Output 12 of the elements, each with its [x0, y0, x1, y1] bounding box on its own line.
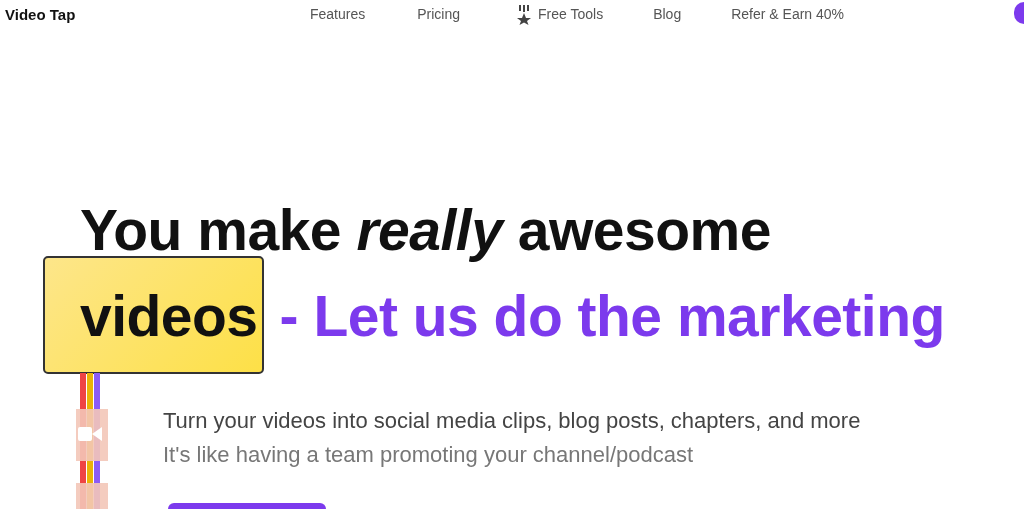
nav-link[interactable]: Pricing: [417, 4, 461, 25]
nav-link[interactable]: Blog: [653, 4, 682, 25]
nav-link[interactable]: Free Tools: [516, 4, 604, 25]
brand-logo[interactable]: Video Tap: [5, 4, 76, 27]
highlighted-word: videos: [43, 256, 264, 374]
nav-link[interactable]: Features: [310, 4, 366, 25]
tagline: It's like having a team promoting your channel/podcast: [162, 441, 695, 469]
subtitle: Turn your videos into social media clips, blog posts, chapters, and more: [162, 407, 862, 435]
avatar-button[interactable]: [1014, 2, 1024, 24]
headline-accent: - Let us do the marketing: [279, 283, 945, 350]
medal-icon: [516, 4, 533, 25]
nav-link[interactable]: Refer & Earn 40%: [731, 4, 845, 25]
